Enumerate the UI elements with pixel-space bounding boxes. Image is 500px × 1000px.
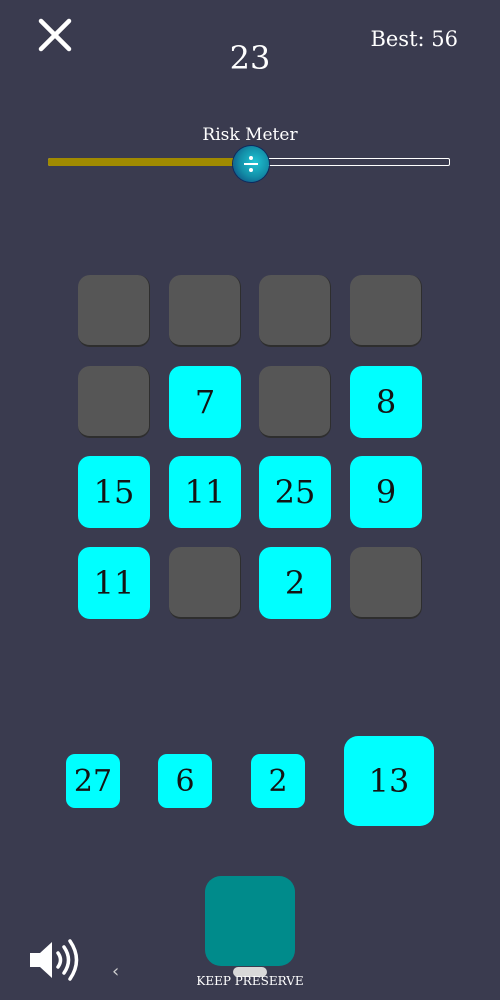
divide-icon bbox=[244, 156, 258, 172]
hand-tile-selected[interactable]: 13 bbox=[344, 736, 434, 826]
board-cell-empty[interactable] bbox=[259, 275, 331, 347]
board-tile[interactable]: 25 bbox=[259, 456, 331, 528]
board-tile[interactable]: 7 bbox=[169, 366, 241, 438]
board-cell-empty[interactable] bbox=[350, 275, 422, 347]
keep-preserve-button[interactable] bbox=[205, 876, 295, 966]
board-cell-empty[interactable] bbox=[169, 275, 241, 347]
best-score: Best: 56 bbox=[370, 27, 458, 51]
chevron-left-icon[interactable]: ‹ bbox=[112, 962, 119, 982]
board-cell-empty[interactable] bbox=[259, 366, 331, 438]
board-cell-empty[interactable] bbox=[78, 366, 150, 438]
board-tile[interactable]: 15 bbox=[78, 456, 150, 528]
hand-tile[interactable]: 27 bbox=[66, 754, 120, 808]
board-tile[interactable]: 11 bbox=[169, 456, 241, 528]
risk-meter-label: Risk Meter bbox=[202, 125, 298, 145]
board-tile[interactable]: 2 bbox=[259, 547, 331, 619]
risk-meter-thumb[interactable] bbox=[233, 146, 269, 182]
board-tile[interactable]: 9 bbox=[350, 456, 422, 528]
sound-toggle-button[interactable] bbox=[28, 938, 82, 982]
board-cell-empty[interactable] bbox=[78, 275, 150, 347]
board-cell-empty[interactable] bbox=[169, 547, 241, 619]
board-tile[interactable]: 11 bbox=[78, 547, 150, 619]
risk-meter-fill bbox=[48, 158, 249, 166]
hand-tile[interactable]: 2 bbox=[251, 754, 305, 808]
game-board: 7 8 15 11 25 9 11 2 bbox=[78, 275, 424, 621]
hand-tile[interactable]: 6 bbox=[158, 754, 212, 808]
board-cell-empty[interactable] bbox=[350, 547, 422, 619]
speaker-icon bbox=[30, 939, 79, 981]
board-tile[interactable]: 8 bbox=[350, 366, 422, 438]
